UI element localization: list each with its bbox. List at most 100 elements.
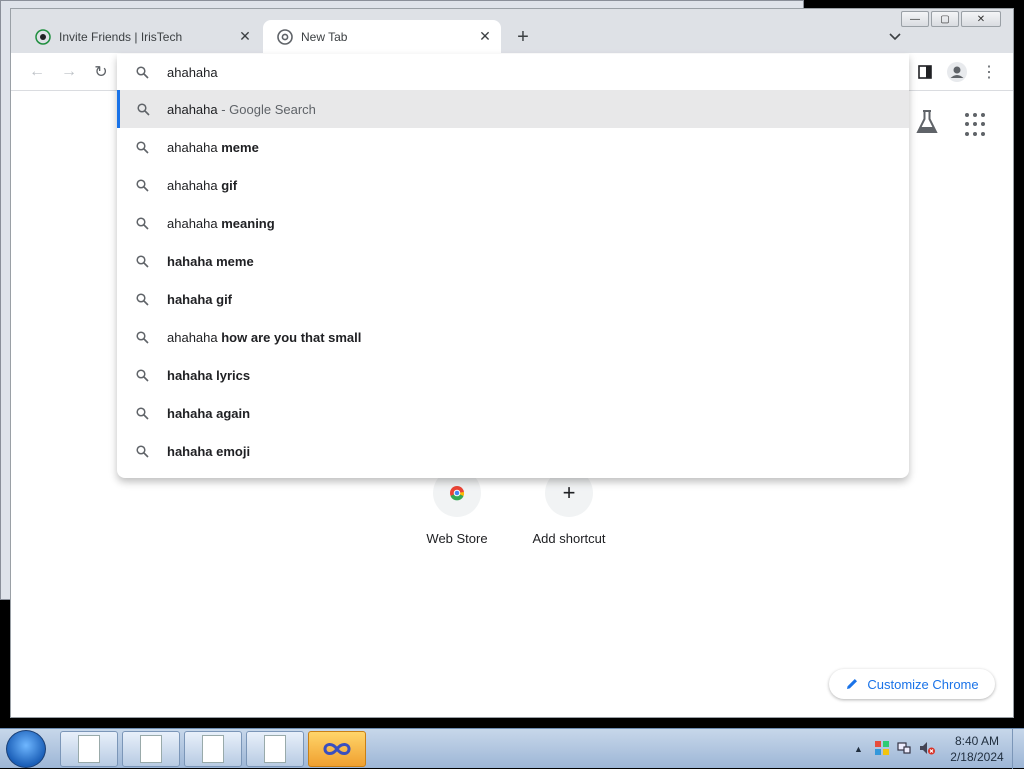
search-icon: [117, 292, 167, 306]
search-icon: [117, 254, 167, 268]
clock[interactable]: 8:40 AM 2/18/2024: [942, 733, 1012, 765]
maximize-button[interactable]: ▢: [931, 11, 959, 27]
tab-search-chevron-icon[interactable]: [883, 25, 907, 49]
customize-label: Customize Chrome: [867, 676, 979, 692]
suggestion-item[interactable]: ahahaha gif: [117, 166, 909, 204]
suggestion-text: hahaha emoji: [167, 444, 250, 459]
new-tab-button[interactable]: +: [511, 25, 535, 49]
shortcut-add[interactable]: + Add shortcut: [519, 469, 619, 546]
pencil-icon: [847, 679, 858, 689]
address-bar-value[interactable]: ahahaha: [167, 65, 218, 80]
suggestion-typed-part: ahahaha: [167, 215, 222, 231]
suggestion-text: hahaha again: [167, 406, 250, 421]
document-icon: [264, 735, 286, 763]
shortcut-label: Web Store: [426, 531, 488, 546]
suggestion-completion-part: meaning: [221, 215, 275, 231]
tab-strip: — ▢ ✕ Invite Friends | IrisTech ✕ New Ta…: [11, 9, 1013, 53]
suggestion-text: hahaha meme: [167, 254, 254, 269]
suggestion-text: hahaha gif: [167, 292, 232, 307]
suggestion-typed-part: ahahaha: [167, 329, 222, 345]
suggestion-item[interactable]: ahahaha - Google Search: [117, 90, 909, 128]
iristech-favicon-icon: [35, 28, 51, 45]
reload-icon[interactable]: ↻: [89, 60, 113, 84]
suggestion-completion-part: how are you that small: [221, 329, 362, 345]
suggestion-completion-part: hahaha again: [167, 405, 251, 421]
close-tab-icon[interactable]: ✕: [235, 27, 255, 47]
tab-new-tab[interactable]: New Tab ✕: [263, 20, 501, 53]
address-bar[interactable]: ahahaha: [117, 54, 909, 90]
show-hidden-icons-arrow-icon[interactable]: ▲: [854, 744, 874, 754]
suggestion-item[interactable]: hahaha emoji: [117, 432, 909, 470]
document-icon: [202, 735, 224, 763]
suggestion-text: ahahaha meme: [167, 140, 259, 155]
search-icon: [117, 444, 167, 458]
taskbar: ▲ 8:40 AM 2/18/2024: [0, 728, 1024, 769]
back-arrow-icon[interactable]: ←: [25, 60, 49, 84]
suggestion-item[interactable]: hahaha gif: [117, 280, 909, 318]
search-icon: [117, 65, 167, 79]
search-icon: [117, 140, 167, 154]
suggestion-completion-part: hahaha lyrics: [167, 367, 251, 383]
chrome-favicon-icon: [277, 28, 293, 45]
network-icon[interactable]: [896, 740, 918, 759]
clock-date: 2/18/2024: [950, 750, 1004, 764]
search-icon: [120, 102, 167, 116]
volume-muted-icon[interactable]: [918, 740, 942, 759]
tab-title: New Tab: [301, 29, 348, 44]
search-icon: [117, 330, 167, 344]
tab-title: Invite Friends | IrisTech: [59, 29, 183, 44]
omnibox-dropdown: ahahaha ahahaha - Google Search ahahaha m…: [117, 54, 909, 478]
shortcut-web-store[interactable]: Web Store: [407, 469, 507, 546]
document-icon: [140, 735, 162, 763]
suggestion-text: ahahaha gif: [167, 178, 237, 193]
app-loop-icon: [323, 743, 351, 755]
suggestion-suffix: - Google Search: [217, 101, 316, 117]
taskbar-item-document-3[interactable]: [184, 731, 242, 767]
suggestion-item[interactable]: ahahaha meaning: [117, 204, 909, 242]
side-panel-icon[interactable]: [913, 60, 937, 84]
taskbar-item-document-4[interactable]: [246, 731, 304, 767]
close-window-button[interactable]: ✕: [961, 11, 1001, 27]
suggestion-item[interactable]: hahaha lyrics: [117, 356, 909, 394]
taskbar-item-document-1[interactable]: [60, 731, 118, 767]
suggestion-text: ahahaha - Google Search: [167, 102, 316, 117]
suggestion-completion-part: meme: [221, 139, 259, 155]
suggestion-text: ahahaha meaning: [167, 216, 275, 231]
more-menu-icon[interactable]: ⋮: [977, 60, 1001, 84]
suggestion-typed-part: ahahaha: [167, 101, 218, 117]
search-icon: [117, 406, 167, 420]
taskbar-item-active-app[interactable]: [308, 731, 366, 767]
search-icon: [117, 178, 167, 192]
suggestion-typed-part: ahahaha: [167, 177, 222, 193]
suggestion-completion-part: gif: [221, 177, 238, 193]
suggestion-text: hahaha lyrics: [167, 368, 250, 383]
suggestion-item[interactable]: ahahaha meme: [117, 128, 909, 166]
window-controls: — ▢ ✕: [901, 11, 1001, 27]
desktop: — ▢ ✕ Invite Friends | IrisTech ✕ New Ta…: [0, 0, 1024, 769]
chrome-labs-flask-icon[interactable]: [915, 109, 943, 137]
forward-arrow-icon[interactable]: →: [57, 60, 81, 84]
clock-time: 8:40 AM: [954, 734, 1000, 748]
document-icon: [78, 735, 100, 763]
profile-avatar-icon[interactable]: [945, 60, 969, 84]
taskbar-item-document-2[interactable]: [122, 731, 180, 767]
search-icon: [117, 216, 167, 230]
customize-chrome-button[interactable]: Customize Chrome: [829, 669, 995, 699]
suggestion-typed-part: ahahaha: [167, 139, 222, 155]
suggestion-completion-part: hahaha meme: [167, 253, 254, 269]
suggestion-text: ahahaha how are you that small: [167, 330, 361, 345]
suggestion-item[interactable]: hahaha again: [117, 394, 909, 432]
suggestion-item[interactable]: hahaha meme: [117, 242, 909, 280]
suggestion-item[interactable]: ahahaha how are you that small: [117, 318, 909, 356]
tab-invite-friends[interactable]: Invite Friends | IrisTech ✕: [21, 20, 261, 53]
start-button-windows-icon[interactable]: [6, 730, 46, 768]
show-desktop-button[interactable]: [1012, 729, 1024, 769]
action-center-flag-icon[interactable]: [874, 740, 896, 759]
shortcut-label: Add shortcut: [532, 531, 606, 546]
close-tab-icon[interactable]: ✕: [475, 27, 495, 47]
suggestion-completion-part: hahaha emoji: [167, 443, 251, 459]
chrome-window: — ▢ ✕ Invite Friends | IrisTech ✕ New Ta…: [10, 8, 1014, 718]
google-apps-grid-icon[interactable]: [965, 113, 989, 137]
suggestion-completion-part: hahaha gif: [167, 291, 233, 307]
search-icon: [117, 368, 167, 382]
